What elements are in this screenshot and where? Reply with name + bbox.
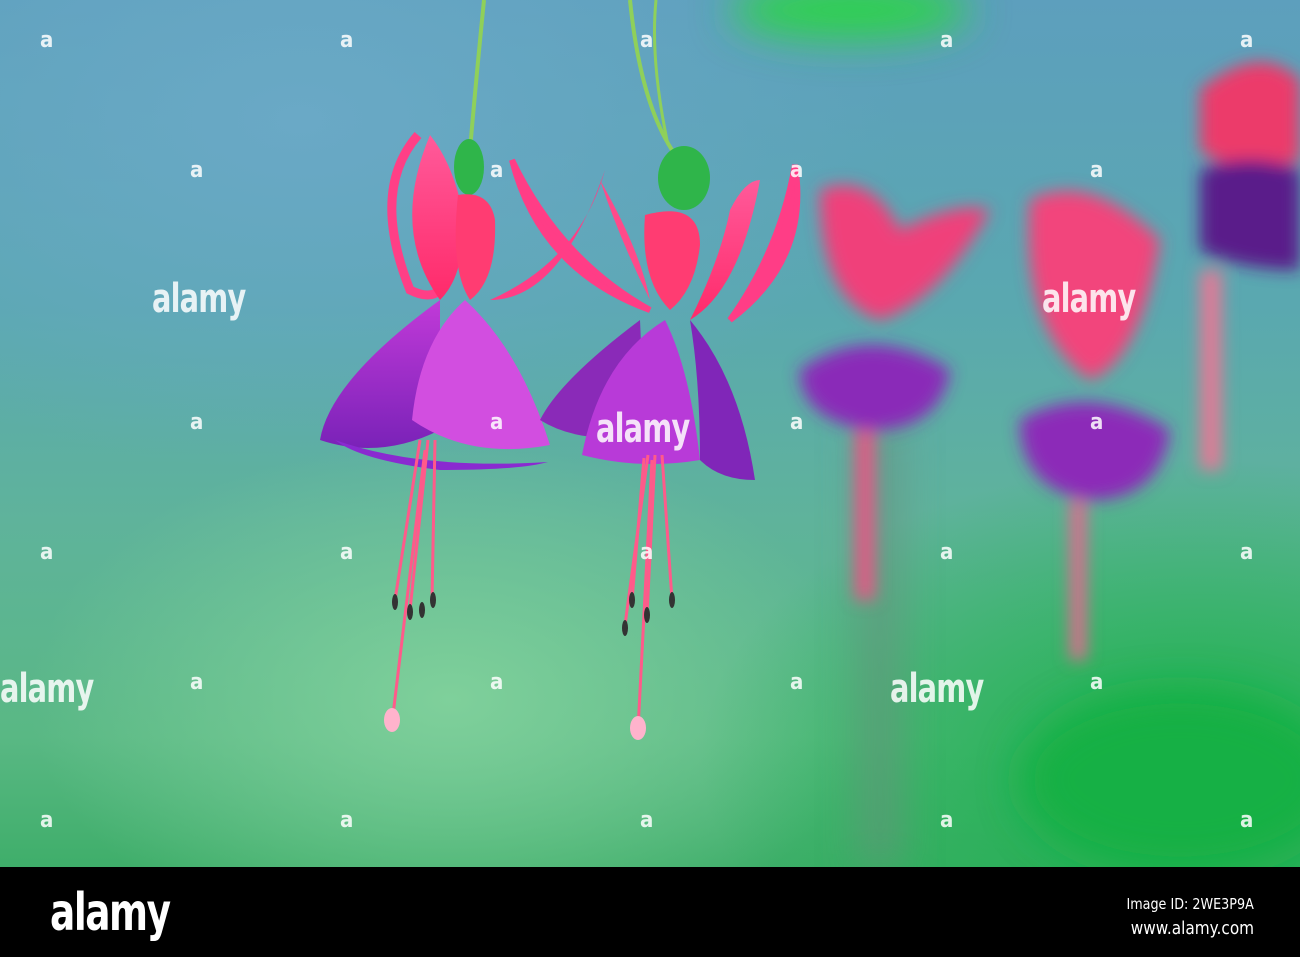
watermark-mark: a: [640, 540, 653, 565]
watermark-mark: a: [940, 540, 953, 565]
watermark-mark: a: [190, 410, 203, 435]
watermark-mark: a: [490, 670, 503, 695]
watermark-mark: a: [940, 28, 953, 53]
fuchsia-flower-left: [320, 0, 605, 732]
watermark-mark: a: [40, 28, 53, 53]
watermark-mark: a: [340, 540, 353, 565]
watermark: alamy: [890, 666, 984, 712]
image-id: Image ID: 2WE3P9A: [1126, 895, 1254, 913]
watermark-mark: a: [640, 28, 653, 53]
website: www.alamy.com: [1130, 918, 1254, 939]
watermark-mark: a: [190, 158, 203, 183]
watermark-mark: a: [640, 808, 653, 833]
watermark-mark: a: [1240, 540, 1253, 565]
watermark: alamy: [0, 666, 94, 712]
watermark-mark: a: [790, 158, 803, 183]
fuchsia-flower-right: [509, 0, 801, 740]
watermark-mark: a: [1240, 28, 1253, 53]
photo: alamy alamy alamy alamy alamy a a a a a a a a a a…: [0, 0, 1300, 867]
watermark-mark: a: [790, 410, 803, 435]
watermark-mark: a: [40, 808, 53, 833]
blurred-flowers: [800, 62, 1300, 660]
watermark-mark: a: [1090, 410, 1103, 435]
watermark-mark: a: [340, 808, 353, 833]
watermark-mark: a: [190, 670, 203, 695]
watermark-mark: a: [940, 808, 953, 833]
watermark-mark: a: [490, 158, 503, 183]
watermark: alamy: [1042, 276, 1136, 322]
watermark: alamy: [152, 276, 246, 322]
watermark-mark: a: [1090, 158, 1103, 183]
watermark-mark: a: [1240, 808, 1253, 833]
watermark: alamy: [596, 406, 690, 452]
footer-bar: alamy Image ID: 2WE3P9A www.alamy.com: [0, 867, 1300, 957]
watermark-mark: a: [490, 410, 503, 435]
alamy-logo: alamy: [50, 883, 171, 943]
watermark-mark: a: [790, 670, 803, 695]
watermark-mark: a: [40, 540, 53, 565]
watermark-mark: a: [340, 28, 353, 53]
watermark-mark: a: [1090, 670, 1103, 695]
